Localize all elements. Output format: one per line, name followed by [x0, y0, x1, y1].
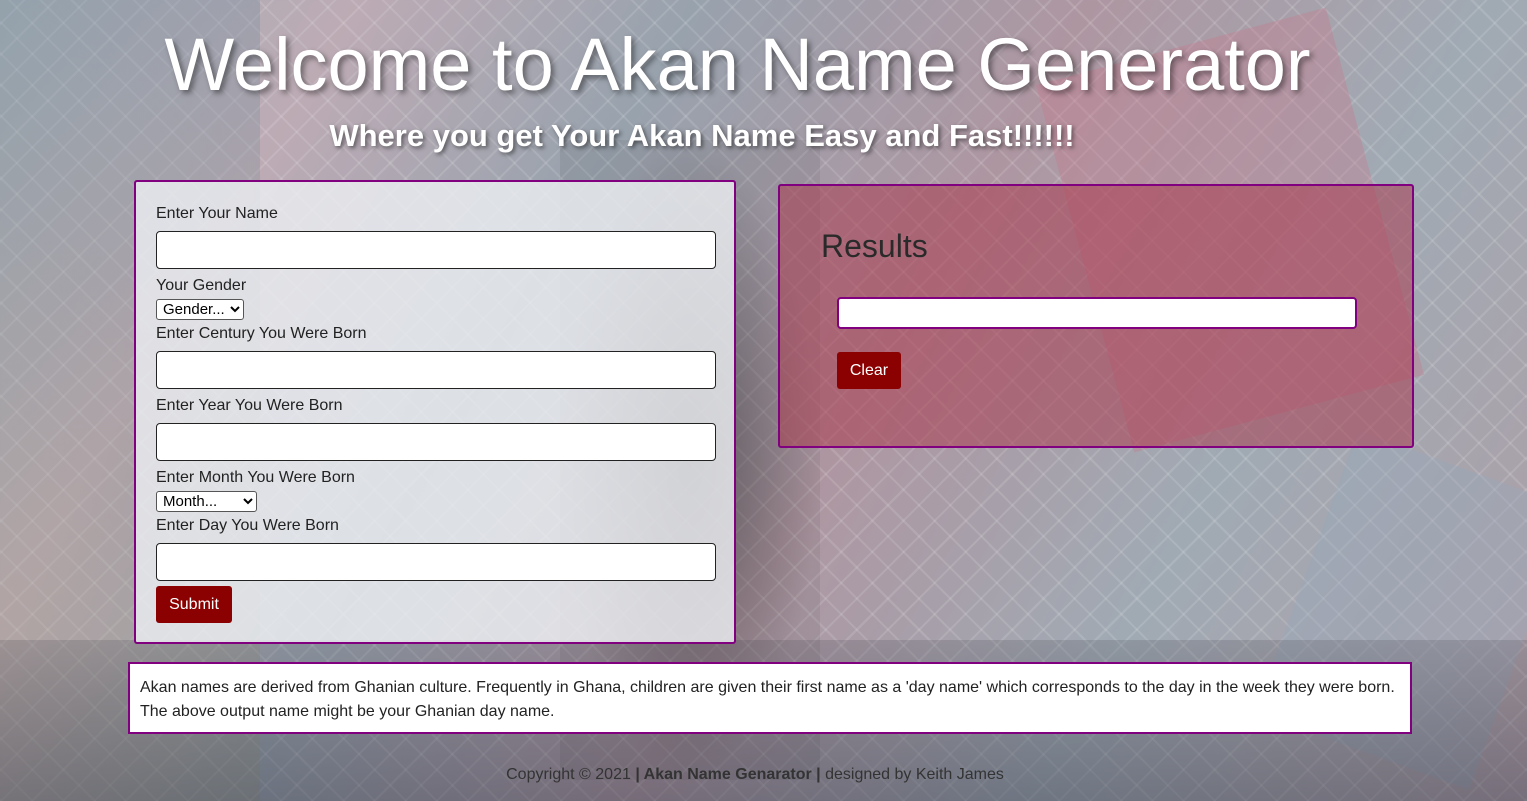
result-output-field[interactable]	[837, 297, 1357, 329]
century-input[interactable]	[156, 351, 716, 389]
gender-label: Your Gender	[156, 277, 247, 294]
page-title: Welcome to Akan Name Generator	[164, 23, 1311, 106]
background-shape	[1255, 430, 1527, 790]
results-panel: Results Clear	[778, 184, 1414, 448]
submit-button[interactable]: Submit	[156, 586, 232, 623]
gender-select[interactable]: Gender...	[156, 299, 244, 320]
century-label: Enter Century You Were Born	[156, 325, 367, 342]
footer-credit: designed by Keith James	[825, 766, 1004, 783]
year-label: Enter Year You Were Born	[156, 397, 343, 414]
footer-copyright: Copyright © 2021	[506, 766, 631, 783]
page-subtitle: Where you get Your Akan Name Easy and Fa…	[329, 118, 1075, 153]
footer-brand: Akan Name Genarator	[643, 766, 812, 783]
footer: Copyright © 2021 | Akan Name Genarator |…	[0, 766, 1510, 784]
name-input[interactable]	[156, 231, 716, 269]
info-text: Akan names are derived from Ghanian cult…	[140, 679, 1395, 720]
month-label: Enter Month You Were Born	[156, 469, 355, 486]
info-box: Akan names are derived from Ghanian cult…	[128, 662, 1412, 734]
day-label: Enter Day You Were Born	[156, 517, 339, 534]
clear-button[interactable]: Clear	[837, 352, 901, 389]
footer-separator: |	[811, 766, 826, 783]
month-select[interactable]: Month...	[156, 491, 257, 512]
input-form-panel: Enter Your Name Your Gender Gender... En…	[134, 180, 736, 644]
name-label: Enter Your Name	[156, 205, 278, 222]
results-title: Results	[821, 228, 928, 264]
footer-separator: |	[630, 766, 644, 783]
year-input[interactable]	[156, 423, 716, 461]
day-input[interactable]	[156, 543, 716, 581]
